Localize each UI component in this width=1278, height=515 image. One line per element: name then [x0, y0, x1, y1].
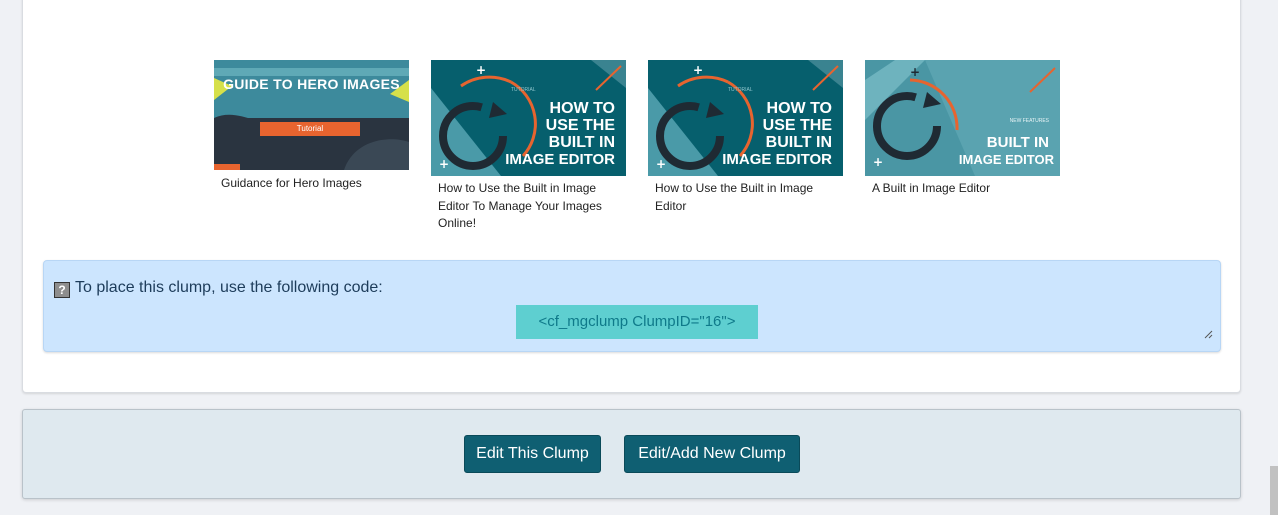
image-editor-line-1: HOW TO — [549, 100, 615, 117]
edit-clump-button[interactable]: Edit This Clump — [464, 435, 601, 473]
image-editor-line-2: USE THE — [545, 117, 615, 134]
thumbnail-hero-images[interactable]: GUIDE TO HERO IMAGES Tutorial — [214, 60, 409, 170]
caption-hero-images: Guidance for Hero Images — [221, 176, 362, 190]
edit-add-clump-button[interactable]: Edit/Add New Clump — [624, 435, 800, 473]
caption-image-editor-manage: How to Use the Built in Image Editor To … — [438, 181, 602, 230]
crosshair-icon: + — [910, 65, 920, 79]
image-editor-2-line-1: HOW TO — [766, 100, 832, 117]
image-editor-tag: TUTORIAL — [511, 87, 536, 93]
hero-images-title: GUIDE TO HERO IMAGES — [223, 76, 400, 92]
crosshair-icon: + — [873, 155, 883, 169]
action-footer: Edit This Clump Edit/Add New Clump — [22, 409, 1241, 499]
image-editor-2-line-4: IMAGE EDITOR — [722, 151, 832, 168]
image-editor-2-line-2: USE THE — [762, 117, 832, 134]
caption-built-in-editor: A Built in Image Editor — [872, 181, 991, 195]
image-editor-line-4: IMAGE EDITOR — [505, 151, 615, 168]
help-icon[interactable]: ? — [54, 282, 70, 298]
clump-preview-card: GUIDE TO HERO IMAGES Tutorial Guidance f… — [22, 0, 1241, 393]
code-prompt-text: To place this clump, use the following c… — [75, 279, 383, 296]
hero-images-tutorial-tag: Tutorial — [260, 122, 360, 136]
image-editor-2-line-3: BUILT IN — [765, 134, 832, 151]
crosshair-icon: + — [439, 157, 449, 171]
built-in-editor-line-2: IMAGE EDITOR — [958, 152, 1054, 167]
thumbnail-built-in-editor[interactable]: + + NEW FEATURES BUILT IN IMAGE EDITOR — [865, 60, 1060, 176]
clump-code-snippet[interactable]: <cf_mgclump ClumpID="16"> — [516, 305, 758, 339]
caption-image-editor: How to Use the Built in Image Editor — [655, 181, 814, 213]
crosshair-icon: + — [693, 63, 703, 77]
image-editor-line-3: BUILT IN — [548, 134, 615, 151]
clump-code-box: ? To place this clump, use the following… — [43, 260, 1221, 352]
built-in-editor-tag: NEW FEATURES — [1009, 118, 1049, 124]
page-scrollbar-thumb[interactable] — [1270, 466, 1278, 515]
crosshair-icon: + — [476, 63, 486, 77]
image-editor-2-tag: TUTORIAL — [728, 87, 753, 93]
crosshair-icon: + — [656, 157, 666, 171]
resize-grip-icon[interactable] — [1203, 329, 1213, 339]
built-in-editor-line-1: BUILT IN — [986, 134, 1049, 151]
thumbnail-image-editor[interactable]: + + TUTORIAL HOW TO USE THE BUILT IN IMA… — [648, 60, 843, 176]
thumbnail-image-editor-manage[interactable]: + + TUTORIAL HOW TO USE THE BUILT IN IMA… — [431, 60, 626, 176]
